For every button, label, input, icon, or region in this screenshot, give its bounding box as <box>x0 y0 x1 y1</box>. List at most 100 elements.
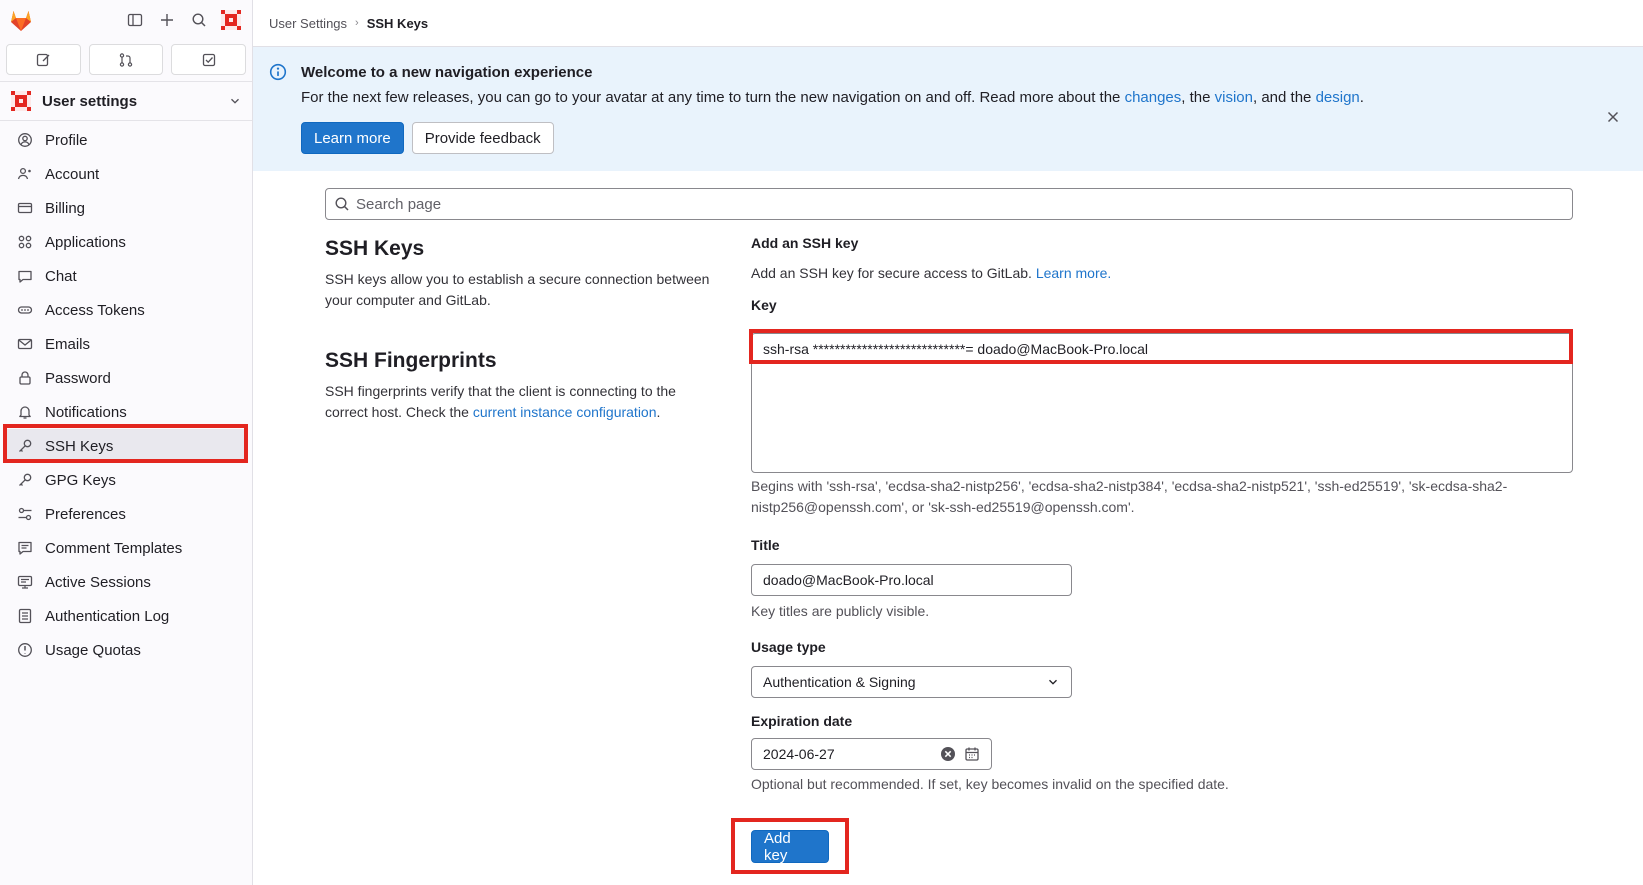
user-avatar-icon[interactable] <box>218 7 244 33</box>
sidebar-item-authentication-log[interactable]: Authentication Log <box>4 599 248 633</box>
sidebar-item-profile[interactable]: Profile <box>4 123 248 157</box>
sidebar-item-label: Preferences <box>45 505 126 523</box>
expiration-date-help-text: Optional but recommended. If set, key be… <box>751 776 1229 792</box>
key-textarea[interactable]: ssh-rsa ****************************= do… <box>751 333 1573 473</box>
provide-feedback-button[interactable]: Provide feedback <box>411 122 554 154</box>
info-icon <box>269 63 287 81</box>
monitor-icon <box>16 573 34 591</box>
sidebar-item-password[interactable]: Password <box>4 361 248 395</box>
key-help-text: Begins with 'ssh-rsa', 'ecdsa-sha2-nistp… <box>751 478 1508 515</box>
chevron-down-icon <box>231 98 239 104</box>
breadcrumb-user-settings[interactable]: User Settings <box>269 16 347 31</box>
learn-more-link[interactable]: Learn more. <box>1036 265 1111 281</box>
learn-more-button[interactable]: Learn more <box>301 122 404 154</box>
sidebar-item-label: Comment Templates <box>45 539 183 557</box>
merge-request-icon <box>119 52 133 67</box>
sidebar-item-preferences[interactable]: Preferences <box>4 497 248 531</box>
calendar-icon[interactable] <box>964 746 980 762</box>
sidebar-item-label: Password <box>45 369 111 387</box>
token-icon <box>16 301 34 319</box>
form-heading: Add an SSH key <box>751 235 859 251</box>
usage-type-select[interactable]: Authentication & Signing <box>751 666 1072 698</box>
sidebar-toggle-icon[interactable] <box>122 7 148 33</box>
sidebar-item-label: Emails <box>45 335 91 353</box>
search-icon <box>335 197 349 211</box>
sidebar-item-emails[interactable]: Emails <box>4 327 248 361</box>
chevron-down-icon <box>1049 679 1057 685</box>
search-page-field[interactable] <box>325 188 1573 220</box>
instance-configuration-link[interactable]: current instance configuration <box>473 404 657 420</box>
expiration-date-value: 2024-06-27 <box>763 746 835 762</box>
issues-count-button[interactable] <box>6 44 81 75</box>
sidebar-item-chat[interactable]: Chat <box>4 259 248 293</box>
todo-icon <box>202 53 215 66</box>
sidebar-item-label: Authentication Log <box>45 607 170 625</box>
title-label: Title <box>751 537 780 553</box>
changes-link[interactable]: changes <box>1125 89 1182 106</box>
sidebar-item-label: Access Tokens <box>45 301 145 319</box>
comment-icon <box>16 539 34 557</box>
main-content: User Settings › SSH Keys Welcome to a ne… <box>253 0 1643 885</box>
ssh-info-section: SSH Keys SSH keys allow you to establish… <box>325 235 715 423</box>
key-icon <box>16 437 34 455</box>
banner-text: . <box>1359 89 1364 106</box>
banner-text: , and the <box>1253 89 1316 106</box>
sidebar-item-ssh-keys[interactable]: SSH Keys <box>4 429 248 463</box>
sidebar-item-account[interactable]: Account <box>4 157 248 191</box>
expiration-date-input[interactable]: 2024-06-27 <box>751 738 992 770</box>
title-input[interactable]: doado@MacBook-Pro.local <box>751 564 1072 596</box>
sidebar-counts <box>0 40 252 81</box>
sidebar-item-label: Active Sessions <box>45 573 151 591</box>
sidebar-item-label: Applications <box>45 233 126 251</box>
sidebar-item-active-sessions[interactable]: Active Sessions <box>4 565 248 599</box>
applications-icon <box>16 233 34 251</box>
design-link[interactable]: design <box>1316 89 1360 106</box>
banner-text: For the next few releases, you can go to… <box>301 89 1125 106</box>
merge-requests-count-button[interactable] <box>88 44 164 75</box>
sidebar-item-label: Profile <box>45 131 88 149</box>
fingerprints-text: . <box>656 404 661 420</box>
sidebar-item-usage-quotas[interactable]: Usage Quotas <box>4 633 248 667</box>
todos-count-button[interactable] <box>171 44 247 75</box>
account-icon <box>16 165 34 183</box>
form-intro: Add an SSH key for secure access to GitL… <box>751 263 1573 283</box>
banner-title: Welcome to a new navigation experience <box>301 64 593 81</box>
search-input[interactable] <box>356 195 1572 213</box>
bell-icon <box>16 403 34 421</box>
ssh-fingerprints-heading: SSH Fingerprints <box>325 349 497 372</box>
ssh-fingerprints-description: SSH fingerprints verify that the client … <box>325 381 715 423</box>
navigation-banner: Welcome to a new navigation experience F… <box>253 47 1643 171</box>
sidebar-item-label: Billing <box>45 199 86 217</box>
mail-icon <box>16 335 34 353</box>
sidebar-item-comment-templates[interactable]: Comment Templates <box>4 531 248 565</box>
preferences-icon <box>16 505 34 523</box>
log-icon <box>16 607 34 625</box>
usage-type-value: Authentication & Signing <box>763 674 916 690</box>
sidebar-item-label: SSH Keys <box>45 437 114 455</box>
vision-link[interactable]: vision <box>1215 89 1253 106</box>
sidebar-item-billing[interactable]: Billing <box>4 191 248 225</box>
breadcrumb: User Settings › SSH Keys <box>253 0 1643 47</box>
plus-icon[interactable] <box>154 7 180 33</box>
chevron-right-icon: › <box>355 17 359 29</box>
form-intro-text: Add an SSH key for secure access to GitL… <box>751 265 1036 281</box>
sidebar-item-gpg-keys[interactable]: GPG Keys <box>4 463 248 497</box>
breadcrumb-current: SSH Keys <box>366 15 429 31</box>
close-icon[interactable] <box>1605 109 1621 125</box>
title-help-text: Key titles are publicly visible. <box>751 603 930 619</box>
clear-icon[interactable] <box>940 746 956 762</box>
key-label: Key <box>751 297 777 313</box>
ssh-keys-heading: SSH Keys <box>325 237 425 260</box>
sidebar-item-applications[interactable]: Applications <box>4 225 248 259</box>
context-switcher[interactable]: User settings <box>0 81 252 121</box>
search-icon[interactable] <box>186 7 212 33</box>
sidebar-top <box>0 0 252 40</box>
gitlab-logo-icon[interactable] <box>8 7 34 33</box>
sidebar-item-access-tokens[interactable]: Access Tokens <box>4 293 248 327</box>
chat-icon <box>16 267 34 285</box>
sidebar-item-label: Notifications <box>45 403 127 421</box>
add-key-button[interactable]: Add key <box>751 830 829 864</box>
banner-text: , the <box>1181 89 1215 106</box>
sidebar-item-notifications[interactable]: Notifications <box>4 395 248 429</box>
context-title: User settings <box>42 92 138 110</box>
